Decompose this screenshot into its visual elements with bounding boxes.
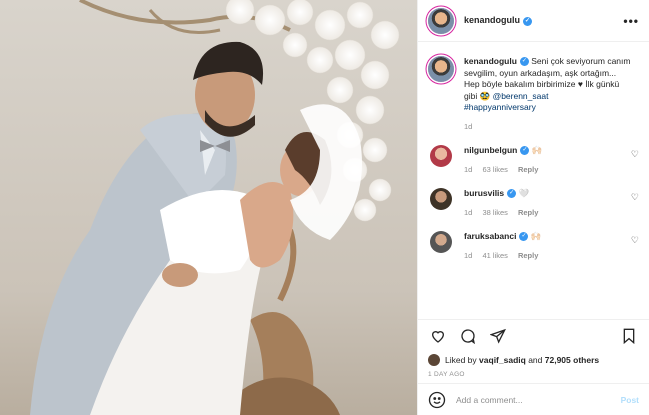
comment-like-heart-icon[interactable]: ♡ [631, 149, 639, 160]
caption-username[interactable]: kenandogulu [464, 56, 517, 66]
caption-text: kenandogulu ✓ Seni çok seviyorum canım se… [464, 56, 634, 114]
add-comment-bar: Post [418, 383, 649, 415]
post-timestamp: 1 DAY AGO [428, 371, 465, 378]
commenter-avatar[interactable] [430, 230, 452, 253]
comment-body: burusvilis ✓ 🤍 1d 38 likes Reply [464, 188, 546, 217]
comment-item: nilgunbelgun ✓ 🙌🏻 1d 63 likes Reply ♡ [428, 144, 639, 174]
post-side-panel: kenandogulu ✓ ••• kenandogulu ✓ Seni çok s… [417, 0, 649, 415]
commenter-avatar[interactable] [430, 187, 452, 210]
comment-username[interactable]: burusvilis [464, 188, 504, 198]
comment-body: faruksabanci ✓ 🙌🏻 1d 41 likes Reply [464, 231, 546, 260]
instagram-post: kenandogulu ✓ ••• kenandogulu ✓ Seni çok s… [0, 0, 649, 415]
bookmark-icon[interactable] [619, 326, 639, 346]
verified-badge-icon: ✓ [523, 16, 532, 26]
comment-line: nilgunbelgun ✓ 🙌🏻 [464, 145, 546, 156]
comment-time: 1d [464, 207, 473, 217]
liker-username[interactable]: vaqif_sadiq [479, 355, 526, 365]
more-options-icon[interactable]: ••• [623, 14, 639, 28]
comment-meta: 1d 38 likes Reply [464, 208, 546, 217]
comment-time: 1d [464, 164, 473, 174]
comment-likes[interactable]: 41 likes [482, 251, 507, 260]
comment-item: burusvilis ✓ 🤍 1d 38 likes Reply ♡ [428, 187, 639, 217]
comments-section: kenandogulu ✓ Seni çok seviyorum canım se… [418, 42, 649, 319]
comment-text: 🙌🏻 [530, 230, 542, 241]
reply-button[interactable]: Reply [518, 208, 538, 217]
comment-text: 🤍 [518, 187, 530, 198]
verified-badge-icon: ✓ [507, 188, 517, 198]
like-heart-icon[interactable] [428, 326, 448, 346]
comment-meta: 1d 63 likes Reply [464, 165, 546, 174]
likes-row: Liked by vaqif_sadiq and 72,905 others [418, 351, 649, 369]
hashtag-link[interactable]: #happyanniversary [464, 102, 536, 112]
post-photo[interactable] [0, 0, 417, 415]
comment-text: 🙌🏻 [531, 144, 543, 155]
reply-button[interactable]: Reply [518, 251, 538, 260]
post-comment-button[interactable]: Post [621, 395, 639, 405]
comment-username[interactable]: faruksabanci [464, 231, 516, 241]
wedding-photo-illustration [0, 0, 417, 415]
verified-badge-icon: ✓ [519, 57, 529, 67]
comment-bubble-icon[interactable] [458, 326, 478, 346]
reply-button[interactable]: Reply [518, 165, 538, 174]
action-bar [418, 319, 649, 351]
commenter-avatar[interactable] [430, 144, 452, 167]
likes-count[interactable]: 72,905 others [545, 355, 599, 365]
comment-time: 1d [464, 250, 473, 260]
author-username-text[interactable]: kenandogulu [464, 15, 520, 25]
comment-like-heart-icon[interactable]: ♡ [631, 235, 639, 246]
comment-meta: 1d 41 likes Reply [464, 251, 546, 260]
comment-likes[interactable]: 38 likes [482, 208, 507, 217]
author-avatar[interactable] [428, 7, 454, 34]
post-header: kenandogulu ✓ ••• [418, 0, 649, 42]
emoji-smiley-icon[interactable] [428, 391, 446, 409]
likes-middle: and [528, 355, 543, 365]
comment-like-heart-icon[interactable]: ♡ [631, 192, 639, 203]
liker-avatar[interactable] [428, 354, 440, 366]
caption: kenandogulu ✓ Seni çok seviyorum canım se… [428, 56, 639, 114]
caption-avatar[interactable] [428, 56, 454, 82]
comment-likes[interactable]: 63 likes [482, 165, 507, 174]
comment-item: faruksabanci ✓ 🙌🏻 1d 41 likes Reply ♡ [428, 230, 639, 260]
comment-username[interactable]: nilgunbelgun [464, 145, 517, 155]
author-username[interactable]: kenandogulu ✓ [464, 15, 532, 26]
comment-line: faruksabanci ✓ 🙌🏻 [464, 231, 546, 242]
mention-link[interactable]: @berenn_saat [493, 91, 549, 101]
comment-input[interactable] [456, 394, 621, 405]
verified-badge-icon: ✓ [520, 145, 530, 155]
share-paper-plane-icon[interactable] [488, 326, 508, 346]
comment-body: nilgunbelgun ✓ 🙌🏻 1d 63 likes Reply [464, 145, 546, 174]
caption-time: 1d [464, 121, 473, 131]
comment-line: burusvilis ✓ 🤍 [464, 188, 546, 199]
likes-prefix: Liked by [445, 355, 477, 365]
verified-badge-icon: ✓ [519, 231, 529, 241]
